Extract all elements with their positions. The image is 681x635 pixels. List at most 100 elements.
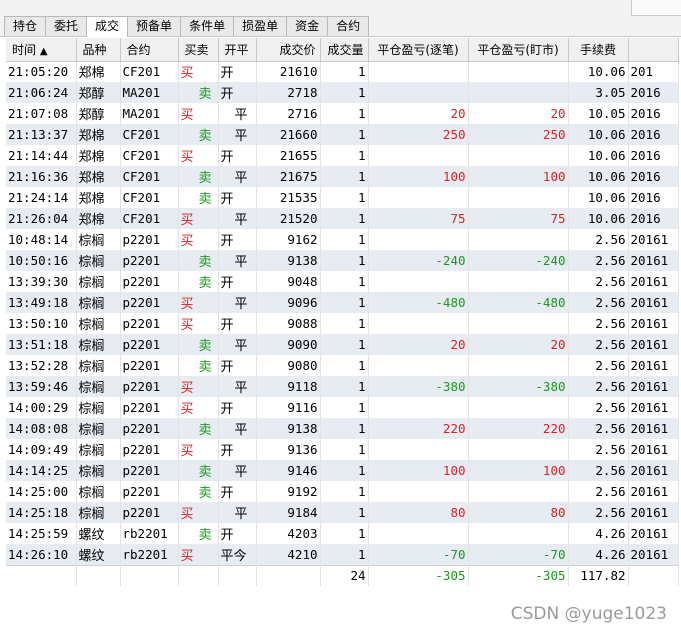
- col-header-open-close[interactable]: 开平: [218, 38, 257, 62]
- cell-qty: 1: [320, 82, 369, 103]
- total-empty-4: [218, 564, 257, 586]
- table-row[interactable]: 14:25:18 棕榈 p2201 买平 9184 1 80 80 2.56 20161: [6, 502, 679, 523]
- tab-0[interactable]: 持仓: [4, 16, 47, 36]
- table-row[interactable]: 14:26:10 螺纹 rb2201 买平今 4210 1 -70 -70 4.26 20161: [6, 544, 679, 565]
- tab-2[interactable]: 成交: [87, 16, 129, 37]
- table-row[interactable]: 21:07:08 郑醇 MA201 买平 2716 1 20 20 10.05 2016: [6, 103, 679, 124]
- cell-side: 卖: [178, 187, 219, 208]
- cell-pnl-mark: [468, 229, 569, 250]
- cell-contract: p2201: [120, 397, 179, 418]
- table-row[interactable]: 14:00:29 棕榈 p2201 买开 9116 1 2.56 20161: [6, 397, 679, 418]
- cell-pnl-trade: 100: [368, 166, 469, 187]
- table-row[interactable]: 21:05:20 郑棉 CF201 买开 21610 1 10.06 201: [6, 61, 679, 82]
- table-row[interactable]: 14:14:25 棕榈 p2201 卖平 9146 1 100 100 2.56 20161: [6, 460, 679, 481]
- trade-grid: 时间 ▲ 品种 合约 买卖 开平 成交价 成交量 平仓盈亏(逐笔) 平仓盈亏(盯…: [6, 38, 681, 586]
- cell-pnl-mark: [468, 187, 569, 208]
- col-header-date[interactable]: [628, 38, 679, 62]
- table-row[interactable]: 21:16:36 郑棉 CF201 卖平 21675 1 100 100 10.06 2016: [6, 166, 679, 187]
- col-header-price[interactable]: 成交价: [256, 38, 321, 62]
- table-row[interactable]: 13:51:18 棕榈 p2201 卖平 9090 1 20 20 2.56 20161: [6, 334, 679, 355]
- cell-pnl-mark: [468, 61, 569, 82]
- table-row[interactable]: 14:25:59 螺纹 rb2201 卖开 4203 1 4.26 20161: [6, 523, 679, 544]
- cell-pnl-trade: 250: [368, 124, 469, 145]
- cell-price: 9118: [256, 376, 321, 397]
- total-empty-date: [628, 564, 679, 586]
- cell-fee: 10.06: [568, 61, 629, 82]
- cell-price: 9116: [256, 397, 321, 418]
- col-header-pnl-mark[interactable]: 平仓盈亏(盯市): [468, 38, 569, 62]
- cell-side: 卖: [178, 355, 219, 376]
- cell-open-close: 开: [218, 313, 257, 334]
- cell-side: 卖: [178, 334, 219, 355]
- table-row[interactable]: 14:09:49 棕榈 p2201 买开 9136 1 2.56 20161: [6, 439, 679, 460]
- table-row[interactable]: 21:26:04 郑棉 CF201 买平 21520 1 75 75 10.06 2016: [6, 208, 679, 229]
- table-row[interactable]: 10:48:14 棕榈 p2201 买开 9162 1 2.56 20161: [6, 229, 679, 250]
- col-header-product[interactable]: 品种: [76, 38, 121, 62]
- cell-qty: 1: [320, 103, 369, 124]
- cell-qty: 1: [320, 145, 369, 166]
- cell-pnl-mark: 100: [468, 166, 569, 187]
- table-row[interactable]: 21:13:37 郑棉 CF201 卖平 21660 1 250 250 10.06 2016: [6, 124, 679, 145]
- table-row[interactable]: 13:39:30 棕榈 p2201 卖开 9048 1 2.56 20161: [6, 271, 679, 292]
- table-row[interactable]: 21:14:44 郑棉 CF201 买开 21655 1 10.06 2016: [6, 145, 679, 166]
- cell-pnl-trade: [368, 187, 469, 208]
- cell-open-close: 开: [218, 145, 257, 166]
- cell-contract: p2201: [120, 502, 179, 523]
- cell-pnl-mark: 220: [468, 418, 569, 439]
- cell-pnl-trade: 80: [368, 502, 469, 523]
- totals-row: 24 -305 -305 117.82: [6, 564, 679, 586]
- tab-4[interactable]: 条件单: [181, 16, 235, 36]
- cell-open-close: 开: [218, 229, 257, 250]
- table-row[interactable]: 14:25:00 棕榈 p2201 卖开 9192 1 2.56 20161: [6, 481, 679, 502]
- cell-open-close: 开: [218, 397, 257, 418]
- table-row[interactable]: 21:24:14 郑棉 CF201 卖开 21535 1 10.06 2016: [6, 187, 679, 208]
- cell-product: 螺纹: [76, 544, 121, 565]
- total-qty: 24: [320, 564, 369, 586]
- cell-fee: 2.56: [568, 397, 629, 418]
- cell-side: 卖: [178, 523, 219, 544]
- cell-contract: p2201: [120, 481, 179, 502]
- cell-time: 21:14:44: [6, 145, 77, 166]
- cell-contract: p2201: [120, 292, 179, 313]
- cell-side: 卖: [178, 271, 219, 292]
- cell-date: 2016: [628, 166, 679, 187]
- cell-contract: p2201: [120, 313, 179, 334]
- tab-5[interactable]: 损盈单: [234, 16, 288, 36]
- tab-3[interactable]: 预备单: [128, 16, 182, 36]
- col-header-fee[interactable]: 手续费: [568, 38, 629, 62]
- cell-open-close: 平: [218, 292, 257, 313]
- cell-fee: 10.06: [568, 145, 629, 166]
- header-row: 时间 ▲ 品种 合约 买卖 开平 成交价 成交量 平仓盈亏(逐笔) 平仓盈亏(盯…: [6, 38, 679, 62]
- col-header-side[interactable]: 买卖: [178, 38, 219, 62]
- cell-time: 14:25:00: [6, 481, 77, 502]
- table-row[interactable]: 13:50:10 棕榈 p2201 买开 9088 1 2.56 20161: [6, 313, 679, 334]
- cell-price: 4203: [256, 523, 321, 544]
- table-row[interactable]: 13:52:28 棕榈 p2201 卖开 9080 1 2.56 20161: [6, 355, 679, 376]
- cell-contract: CF201: [120, 124, 179, 145]
- cell-fee: 2.56: [568, 502, 629, 523]
- cell-product: 棕榈: [76, 376, 121, 397]
- cell-pnl-mark: [468, 439, 569, 460]
- total-empty-3: [178, 564, 219, 586]
- table-row[interactable]: 14:08:08 棕榈 p2201 卖平 9138 1 220 220 2.56 20161: [6, 418, 679, 439]
- cell-time: 14:00:29: [6, 397, 77, 418]
- table-row[interactable]: 10:50:16 棕榈 p2201 卖平 9138 1 -240 -240 2.56 20161: [6, 250, 679, 271]
- cell-pnl-trade: [368, 355, 469, 376]
- table-row[interactable]: 21:06:24 郑醇 MA201 卖开 2718 1 3.05 2016: [6, 82, 679, 103]
- col-header-contract[interactable]: 合约: [120, 38, 179, 62]
- table-row[interactable]: 13:59:46 棕榈 p2201 买平 9118 1 -380 -380 2.56 20161: [6, 376, 679, 397]
- cell-pnl-trade: 100: [368, 460, 469, 481]
- col-header-pnl-trade[interactable]: 平仓盈亏(逐笔): [368, 38, 469, 62]
- tab-6[interactable]: 资金: [287, 16, 329, 36]
- cell-pnl-mark: [468, 82, 569, 103]
- cell-side: 买: [178, 397, 219, 418]
- table-row[interactable]: 13:49:18 棕榈 p2201 买平 9096 1 -480 -480 2.56 20161: [6, 292, 679, 313]
- cell-date: 20161: [628, 418, 679, 439]
- cell-date: 20161: [628, 460, 679, 481]
- cell-qty: 1: [320, 397, 369, 418]
- col-header-time[interactable]: 时间 ▲: [6, 38, 77, 62]
- tab-1[interactable]: 委托: [46, 16, 88, 36]
- tab-7[interactable]: 合约: [328, 16, 370, 36]
- cell-pnl-trade: [368, 397, 469, 418]
- col-header-qty[interactable]: 成交量: [320, 38, 369, 62]
